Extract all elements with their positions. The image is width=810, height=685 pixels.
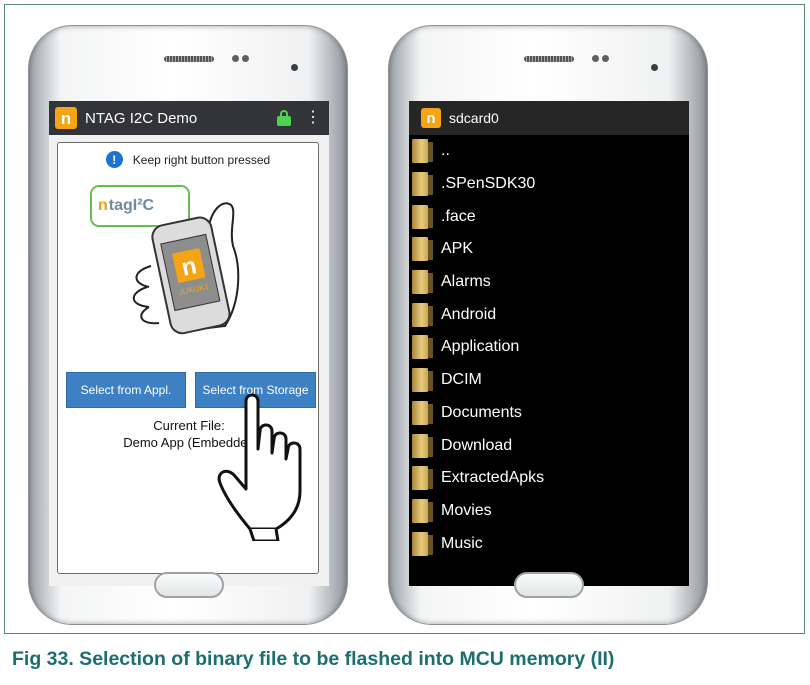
instruction-row: ! Keep right button pressed	[58, 151, 318, 168]
speaker-grille	[164, 56, 214, 62]
select-from-appl-button[interactable]: Select from Appl.	[66, 372, 186, 408]
folder-icon	[412, 498, 433, 523]
phone-left: n NTAG I2C Demo ⋮ ! Keep right button pr…	[28, 25, 348, 625]
overflow-menu-icon[interactable]: ⋮	[305, 110, 321, 126]
folder-icon	[412, 302, 433, 327]
folder-item[interactable]: Alarms	[409, 266, 689, 299]
folder-name: Application	[441, 338, 520, 356]
folder-item[interactable]: Download	[409, 429, 689, 462]
front-camera	[291, 64, 298, 71]
folder-name: .face	[441, 207, 476, 225]
folder-name: Movies	[441, 501, 492, 519]
content-card: ! Keep right button pressed n tag I²C n JU…	[57, 142, 319, 574]
phone-right: n sdcard0 .. .SPenSDK30 .face APK Alarms Andr…	[388, 25, 708, 625]
folder-name: Alarms	[441, 273, 491, 291]
info-icon: !	[105, 151, 123, 168]
instruction-text: Keep right button pressed	[132, 152, 271, 167]
folder-name: ExtractedApks	[441, 469, 545, 487]
figure-caption: Fig 33. Selection of binary file to be f…	[12, 648, 615, 670]
file-browser-screen: n sdcard0 .. .SPenSDK30 .face APK Alarms Andr…	[409, 101, 689, 586]
folder-item[interactable]: APK	[409, 233, 689, 266]
folder-item[interactable]: ExtractedApks	[409, 462, 689, 495]
pointing-hand-icon	[217, 393, 302, 541]
speaker-grille	[524, 56, 574, 62]
sensor-dot	[242, 55, 249, 62]
folder-icon	[412, 433, 433, 458]
sensor-dot	[592, 55, 599, 62]
sensor-dot	[232, 55, 239, 62]
folder-icon	[412, 139, 433, 164]
front-camera	[651, 64, 658, 71]
ntag-logo-icon: n	[55, 107, 77, 129]
app-screen: n NTAG I2C Demo ⋮ ! Keep right button pr…	[49, 101, 329, 586]
folder-item[interactable]: Music	[409, 527, 689, 560]
folder-name: .SPenSDK30	[441, 175, 536, 193]
folder-name: Android	[441, 305, 497, 323]
folder-item[interactable]: .face	[409, 200, 689, 233]
folder-item[interactable]: ..	[409, 135, 689, 168]
folder-icon	[412, 368, 433, 393]
folder-icon	[412, 531, 433, 556]
app-bar: n NTAG I2C Demo ⋮	[49, 101, 329, 135]
folder-item[interactable]: Movies	[409, 495, 689, 528]
sensor-dot	[602, 55, 609, 62]
lock-icon[interactable]	[277, 110, 291, 126]
folder-name: ..	[441, 142, 450, 160]
folder-icon	[412, 172, 433, 197]
folder-icon	[412, 204, 433, 229]
folder-icon	[412, 237, 433, 262]
app-title: NTAG I2C Demo	[85, 109, 198, 127]
folder-list: .. .SPenSDK30 .face APK Alarms Android Applica…	[409, 135, 689, 560]
folder-item[interactable]: .SPenSDK30	[409, 168, 689, 201]
folder-item[interactable]: Android	[409, 298, 689, 331]
folder-name: Documents	[441, 403, 522, 421]
ntag-logo-icon: n	[421, 108, 441, 128]
badge-n: n	[98, 197, 108, 214]
figure-frame: n NTAG I2C Demo ⋮ ! Keep right button pr…	[4, 4, 805, 634]
file-browser-title-bar: n sdcard0	[409, 101, 689, 135]
folder-icon	[412, 400, 433, 425]
home-button[interactable]	[154, 572, 224, 598]
folder-name: APK	[441, 240, 474, 258]
folder-name: Music	[441, 534, 483, 552]
hand-holding-phone-illustration: n JUKUK1	[132, 202, 240, 335]
folder-item[interactable]: Documents	[409, 397, 689, 430]
folder-icon	[412, 335, 433, 360]
folder-name: DCIM	[441, 371, 482, 389]
folder-icon	[412, 270, 433, 295]
folder-name: Download	[441, 436, 513, 454]
folder-item[interactable]: Application	[409, 331, 689, 364]
folder-icon	[412, 466, 433, 491]
file-browser-title: sdcard0	[449, 110, 499, 126]
home-button[interactable]	[514, 572, 584, 598]
folder-item[interactable]: DCIM	[409, 364, 689, 397]
